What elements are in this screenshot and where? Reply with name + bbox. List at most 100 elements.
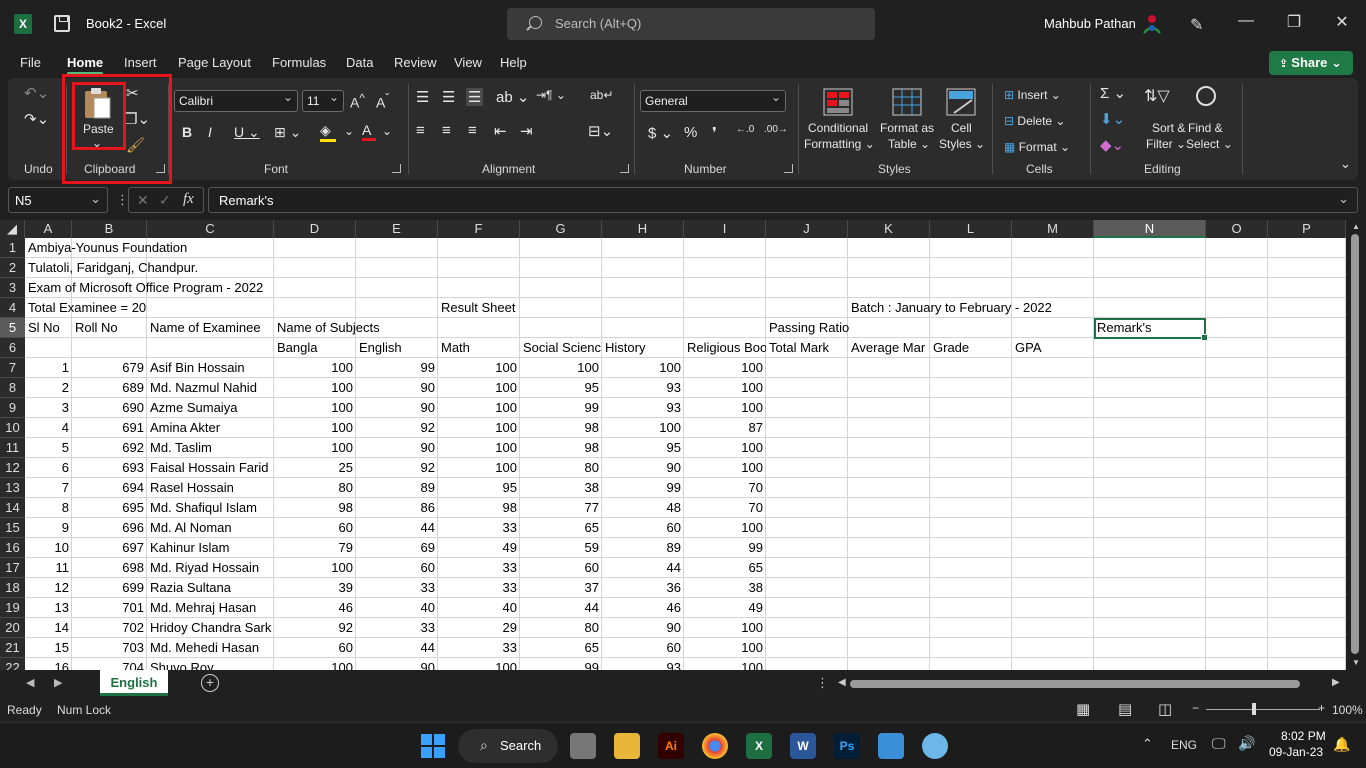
- close-icon[interactable]: ✕: [1332, 12, 1352, 36]
- column-header-o[interactable]: O: [1206, 220, 1268, 238]
- cell-c19[interactable]: Md. Mehraj Hasan: [147, 598, 274, 618]
- cell-d7[interactable]: 100: [274, 358, 356, 378]
- decrease-font-icon[interactable]: Aˇ: [376, 92, 389, 111]
- fill-color-chevron-icon[interactable]: ⌄: [344, 124, 354, 138]
- clock-time[interactable]: 8:02 PM: [1281, 729, 1326, 743]
- cell-a1[interactable]: Ambiya-Younus Foundation: [25, 238, 190, 258]
- cancel-icon[interactable]: ✕: [137, 192, 149, 209]
- cell-c20[interactable]: Hridoy Chandra Sark: [147, 618, 274, 638]
- cell-a20[interactable]: 14: [25, 618, 72, 638]
- decrease-indent-icon[interactable]: ⇤: [494, 122, 507, 140]
- clock-date[interactable]: 09-Jan-23: [1269, 745, 1323, 759]
- volume-icon[interactable]: 🔊: [1238, 735, 1255, 752]
- cell-f8[interactable]: 100: [438, 378, 520, 398]
- cell-e15[interactable]: 44: [356, 518, 438, 538]
- cell-g8[interactable]: 95: [520, 378, 602, 398]
- cell-g19[interactable]: 44: [520, 598, 602, 618]
- cell-i20[interactable]: 100: [684, 618, 766, 638]
- user-avatar-icon[interactable]: [1140, 11, 1164, 37]
- cell-b7[interactable]: 679: [72, 358, 147, 378]
- page-layout-view-icon[interactable]: ▤: [1118, 700, 1132, 718]
- cell-i18[interactable]: 38: [684, 578, 766, 598]
- row-header-18[interactable]: 18: [0, 578, 25, 598]
- cell-c9[interactable]: Azme Sumaiya: [147, 398, 274, 418]
- cell-b5[interactable]: Roll No: [72, 318, 121, 338]
- column-header-l[interactable]: L: [930, 220, 1012, 238]
- font-color-icon[interactable]: A: [362, 122, 376, 141]
- show-hidden-icons-icon[interactable]: ⌃: [1142, 736, 1153, 752]
- cell-i7[interactable]: 100: [684, 358, 766, 378]
- row-header-3[interactable]: 3: [0, 278, 25, 298]
- cell-i9[interactable]: 100: [684, 398, 766, 418]
- cell-i8[interactable]: 100: [684, 378, 766, 398]
- cell-g14[interactable]: 77: [520, 498, 602, 518]
- column-header-h[interactable]: H: [602, 220, 684, 238]
- cell-d18[interactable]: 39: [274, 578, 356, 598]
- undo-icon[interactable]: ↶⌄: [24, 84, 49, 102]
- cell-e21[interactable]: 44: [356, 638, 438, 658]
- align-right-icon[interactable]: ≡: [468, 122, 477, 139]
- cell-b21[interactable]: 703: [72, 638, 147, 658]
- cell-h17[interactable]: 44: [602, 558, 684, 578]
- cell-f13[interactable]: 95: [438, 478, 520, 498]
- cell-i13[interactable]: 70: [684, 478, 766, 498]
- cell-styles-button[interactable]: Styles ⌄: [939, 137, 985, 151]
- row-header-2[interactable]: 2: [0, 258, 25, 278]
- cell-d11[interactable]: 100: [274, 438, 356, 458]
- user-name[interactable]: Mahbub Pathan: [1044, 16, 1136, 31]
- name-box-chevron-icon[interactable]: ⌄: [90, 191, 101, 207]
- redo-icon[interactable]: ↷⌄: [24, 110, 49, 128]
- insert-function-icon[interactable]: fx: [183, 191, 194, 208]
- cell-g16[interactable]: 59: [520, 538, 602, 558]
- scroll-right-icon[interactable]: ▶: [1332, 677, 1340, 688]
- cell-a15[interactable]: 9: [25, 518, 72, 538]
- row-header-17[interactable]: 17: [0, 558, 25, 578]
- cell-g10[interactable]: 98: [520, 418, 602, 438]
- cell-g18[interactable]: 37: [520, 578, 602, 598]
- cell-c10[interactable]: Amina Akter: [147, 418, 274, 438]
- cell-c5[interactable]: Name of Examinee: [147, 318, 274, 338]
- tab-review[interactable]: Review: [394, 55, 437, 70]
- cell-d13[interactable]: 80: [274, 478, 356, 498]
- row-header-4[interactable]: 4: [0, 298, 25, 318]
- cell-h8[interactable]: 93: [602, 378, 684, 398]
- cell-h9[interactable]: 93: [602, 398, 684, 418]
- cell-d6[interactable]: Bangla: [274, 338, 356, 358]
- cell-b11[interactable]: 692: [72, 438, 147, 458]
- top-align-icon[interactable]: ☰: [416, 88, 429, 106]
- cell-a10[interactable]: 4: [25, 418, 72, 438]
- tab-view[interactable]: View: [454, 55, 482, 70]
- cell-d15[interactable]: 60: [274, 518, 356, 538]
- scroll-left-icon[interactable]: ◀: [838, 677, 846, 688]
- cell-b12[interactable]: 693: [72, 458, 147, 478]
- cell-f4[interactable]: Result Sheet: [438, 298, 518, 318]
- borders-icon[interactable]: ⊞ ⌄: [274, 124, 301, 141]
- cell-e12[interactable]: 92: [356, 458, 438, 478]
- cell-i15[interactable]: 100: [684, 518, 766, 538]
- cell-e20[interactable]: 33: [356, 618, 438, 638]
- increase-indent-icon[interactable]: ⇥: [520, 122, 533, 140]
- cell-c16[interactable]: Kahinur Islam: [147, 538, 274, 558]
- scroll-up-icon[interactable]: ▲: [1352, 222, 1360, 231]
- cell-a17[interactable]: 11: [25, 558, 72, 578]
- normal-view-icon[interactable]: ▦: [1076, 700, 1090, 718]
- cell-e13[interactable]: 89: [356, 478, 438, 498]
- cell-f19[interactable]: 40: [438, 598, 520, 618]
- bottom-align-icon[interactable]: ☰: [466, 88, 484, 106]
- cell-f10[interactable]: 100: [438, 418, 520, 438]
- cell-e18[interactable]: 33: [356, 578, 438, 598]
- designer-pen-icon[interactable]: ✎: [1190, 15, 1208, 34]
- cell-c22[interactable]: Shuvo Roy: [147, 658, 274, 670]
- align-center-icon[interactable]: ≡: [442, 122, 451, 139]
- vertical-scrollbar[interactable]: ▲ ▼: [1346, 220, 1366, 670]
- format-as-table-icon[interactable]: [892, 88, 922, 116]
- cell-j5[interactable]: Passing Ratio: [766, 318, 852, 338]
- find-select-icon[interactable]: [1196, 86, 1216, 106]
- cell-k6[interactable]: Average Mar: [848, 338, 930, 358]
- decrease-decimal-icon[interactable]: .00→: [764, 124, 788, 135]
- cell-c7[interactable]: Asif Bin Hossain: [147, 358, 274, 378]
- expand-formula-bar-icon[interactable]: ⌄: [1338, 191, 1349, 207]
- merge-center-icon[interactable]: ⊟⌄: [588, 122, 613, 140]
- column-header-e[interactable]: E: [356, 220, 438, 238]
- column-header-a[interactable]: A: [25, 220, 72, 238]
